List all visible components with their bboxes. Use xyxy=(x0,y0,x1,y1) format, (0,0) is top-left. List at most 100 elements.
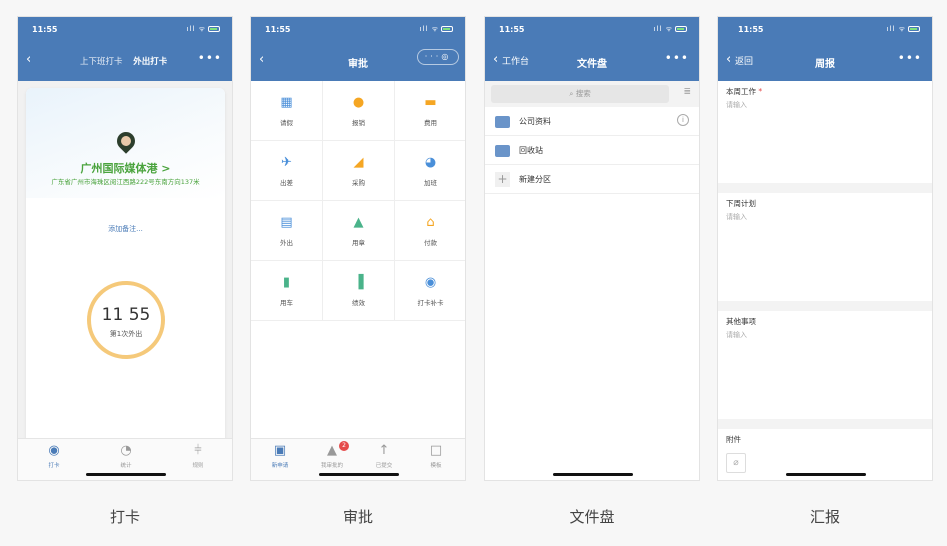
plus-icon: + xyxy=(495,172,510,187)
battery-icon xyxy=(908,26,920,32)
tab-submitted[interactable]: ↑ 已提交 xyxy=(359,443,409,469)
folder-icon xyxy=(495,145,510,157)
approval-item[interactable]: ▤ 外出 xyxy=(251,201,323,261)
tab-new-request[interactable]: ▣ 新申请 xyxy=(255,443,305,469)
approval-item[interactable]: ✈ 出差 xyxy=(251,141,323,201)
tab-label: 我审批的 xyxy=(320,463,343,469)
status-time: 11:55 xyxy=(738,25,764,34)
stamp-icon: ▲ xyxy=(353,215,364,230)
more-icon[interactable]: ••• xyxy=(198,51,222,65)
signal-wifi-icon: ıll ᯤ xyxy=(419,25,439,33)
other-matters-section[interactable]: 其他事项 请输入 xyxy=(718,311,932,419)
approval-item[interactable]: ⌂ 付款 xyxy=(395,201,465,261)
search-input[interactable]: ⌕ 搜索 xyxy=(491,85,669,103)
approval-item[interactable]: ● 报销 xyxy=(323,81,395,141)
folder-row[interactable]: 回收站 xyxy=(485,136,699,165)
tab-outing[interactable]: 外出打卡 xyxy=(133,57,167,67)
status-icons: ıll ᯤ xyxy=(187,25,220,34)
approval-item[interactable]: ▲ 用章 xyxy=(323,201,395,261)
info-icon[interactable]: i xyxy=(677,114,689,126)
location-address: 广东省广州市海珠区阅江西路222号东南方向137米 xyxy=(51,178,200,186)
search-icon: ⌕ xyxy=(569,89,574,98)
location-pin-icon: ◉ xyxy=(424,275,437,290)
sort-icon[interactable]: ≣ xyxy=(683,87,691,97)
section-placeholder: 请输入 xyxy=(726,331,747,339)
template-icon: □ xyxy=(429,443,443,458)
top-bar: 11:55 ıll ᯤ ‹ 工作台 文件盘 ••• xyxy=(485,17,699,81)
section-placeholder: 请输入 xyxy=(726,213,747,221)
more-icon[interactable]: ••• xyxy=(898,51,922,65)
approval-item-label: 费用 xyxy=(424,119,437,127)
status-time: 11:55 xyxy=(32,25,58,34)
punch-button[interactable]: 11 55 第1次外出 xyxy=(87,281,165,359)
search-row: ⌕ 搜索 ≣ xyxy=(485,81,699,107)
battery-icon xyxy=(208,26,220,32)
phone-file-disk: 11:55 ıll ᯤ ‹ 工作台 文件盘 ••• ⌕ 搜索 ≣ 公司资料 i … xyxy=(484,16,700,481)
badge-count: 2 xyxy=(339,441,349,451)
phone-approval: 11:55 ıll ᯤ ‹ 审批 ···◎ ▦ 请假 ● 报销 ▬ 费用 ✈ 出差 ◢ 采购 ◕ 加班… xyxy=(250,16,466,481)
caption-report: 汇报 xyxy=(809,508,840,526)
approval-item[interactable]: ▐ 绩效 xyxy=(323,261,395,321)
tab-template[interactable]: □ 模板 xyxy=(411,443,461,469)
divider xyxy=(718,301,932,311)
tab-label: 模板 xyxy=(430,463,442,469)
mini-program-capsule[interactable]: ···◎ xyxy=(417,49,459,65)
plane-icon: ✈ xyxy=(281,155,292,170)
status-bar: 11:55 ıll ᯤ xyxy=(718,17,932,43)
top-bar: 11:55 ıll ᯤ ‹ 上下班打卡 外出打卡 ••• xyxy=(18,17,232,81)
punch-count: 第1次外出 xyxy=(109,330,143,338)
tab-rules[interactable]: ⫩ 规则 xyxy=(173,443,223,469)
next-week-section[interactable]: 下周计划 请输入 xyxy=(718,193,932,301)
tab-my-approvals[interactable]: ▲ 2 我审批的 xyxy=(307,441,357,469)
add-note-link[interactable]: 添加备注... xyxy=(26,224,225,234)
approval-item[interactable]: ▬ 费用 xyxy=(395,81,465,141)
caption-approval: 审批 xyxy=(342,508,373,526)
more-icon[interactable]: ••• xyxy=(665,51,689,65)
location-pin-icon: ◉ xyxy=(48,443,60,458)
approval-item[interactable]: ◕ 加班 xyxy=(395,141,465,201)
home-indicator xyxy=(319,473,399,476)
tab-label: 打卡 xyxy=(48,463,60,469)
approval-item[interactable]: ▮ 用车 xyxy=(251,261,323,321)
approval-item-label: 采购 xyxy=(352,179,365,187)
car-icon: ▮ xyxy=(282,275,291,290)
home-indicator xyxy=(553,473,633,476)
new-partition-row[interactable]: + 新建分区 xyxy=(485,165,699,194)
more-icon[interactable]: ··· xyxy=(425,52,442,61)
punch-body: 广州国际媒体港 > 广东省广州市海珠区阅江西路222号东南方向137米 添加备注… xyxy=(18,81,232,480)
status-time: 11:55 xyxy=(499,25,525,34)
top-bar: 11:55 ıll ᯤ ‹ 审批 ···◎ xyxy=(251,17,465,81)
paperclip-icon[interactable]: ⌀ xyxy=(726,453,746,473)
status-bar: 11:55 ıll ᯤ xyxy=(18,17,232,43)
approval-item-label: 加班 xyxy=(424,179,437,187)
section-title: 本周工作 * xyxy=(726,86,762,97)
status-icons: ıll ᯤ xyxy=(887,25,920,34)
location-name[interactable]: 广州国际媒体港 > xyxy=(26,160,225,176)
nav-bar: ‹ 返回 周报 ••• xyxy=(718,43,932,81)
tab-punch[interactable]: ◉ 打卡 xyxy=(29,443,79,469)
home-indicator xyxy=(86,473,166,476)
caption-punch: 打卡 xyxy=(109,508,140,526)
approval-item[interactable]: ◉ 打卡补卡 xyxy=(395,261,465,321)
approval-item-label: 用车 xyxy=(280,299,293,307)
approval-item[interactable]: ▦ 请假 xyxy=(251,81,323,141)
approval-item[interactable]: ◢ 采购 xyxy=(323,141,395,201)
status-time: 11:55 xyxy=(265,25,291,34)
folder-row[interactable]: 公司资料 i xyxy=(485,107,699,136)
briefcase-icon: ▤ xyxy=(280,215,293,230)
home-indicator xyxy=(786,473,866,476)
folder-name: 公司资料 xyxy=(519,117,551,126)
tab-commute[interactable]: 上下班打卡 xyxy=(80,57,123,67)
approval-item-label: 请假 xyxy=(280,119,293,127)
battery-icon xyxy=(441,26,453,32)
back-icon[interactable]: ‹ xyxy=(26,53,31,67)
close-circle-icon[interactable]: ◎ xyxy=(441,52,451,61)
punch-card: 广州国际媒体港 > 广东省广州市海珠区阅江西路222号东南方向137米 添加备注… xyxy=(26,88,225,445)
new-doc-icon: ▣ xyxy=(273,443,287,458)
person-clock-icon: ◕ xyxy=(424,155,437,170)
tab-label: 统计 xyxy=(120,463,132,469)
tab-stats[interactable]: ◔ 统计 xyxy=(101,443,151,469)
status-bar: 11:55 ıll ᯤ xyxy=(251,17,465,43)
section-placeholder: 请输入 xyxy=(726,101,747,109)
this-week-section[interactable]: 本周工作 * 请输入 xyxy=(718,81,932,183)
